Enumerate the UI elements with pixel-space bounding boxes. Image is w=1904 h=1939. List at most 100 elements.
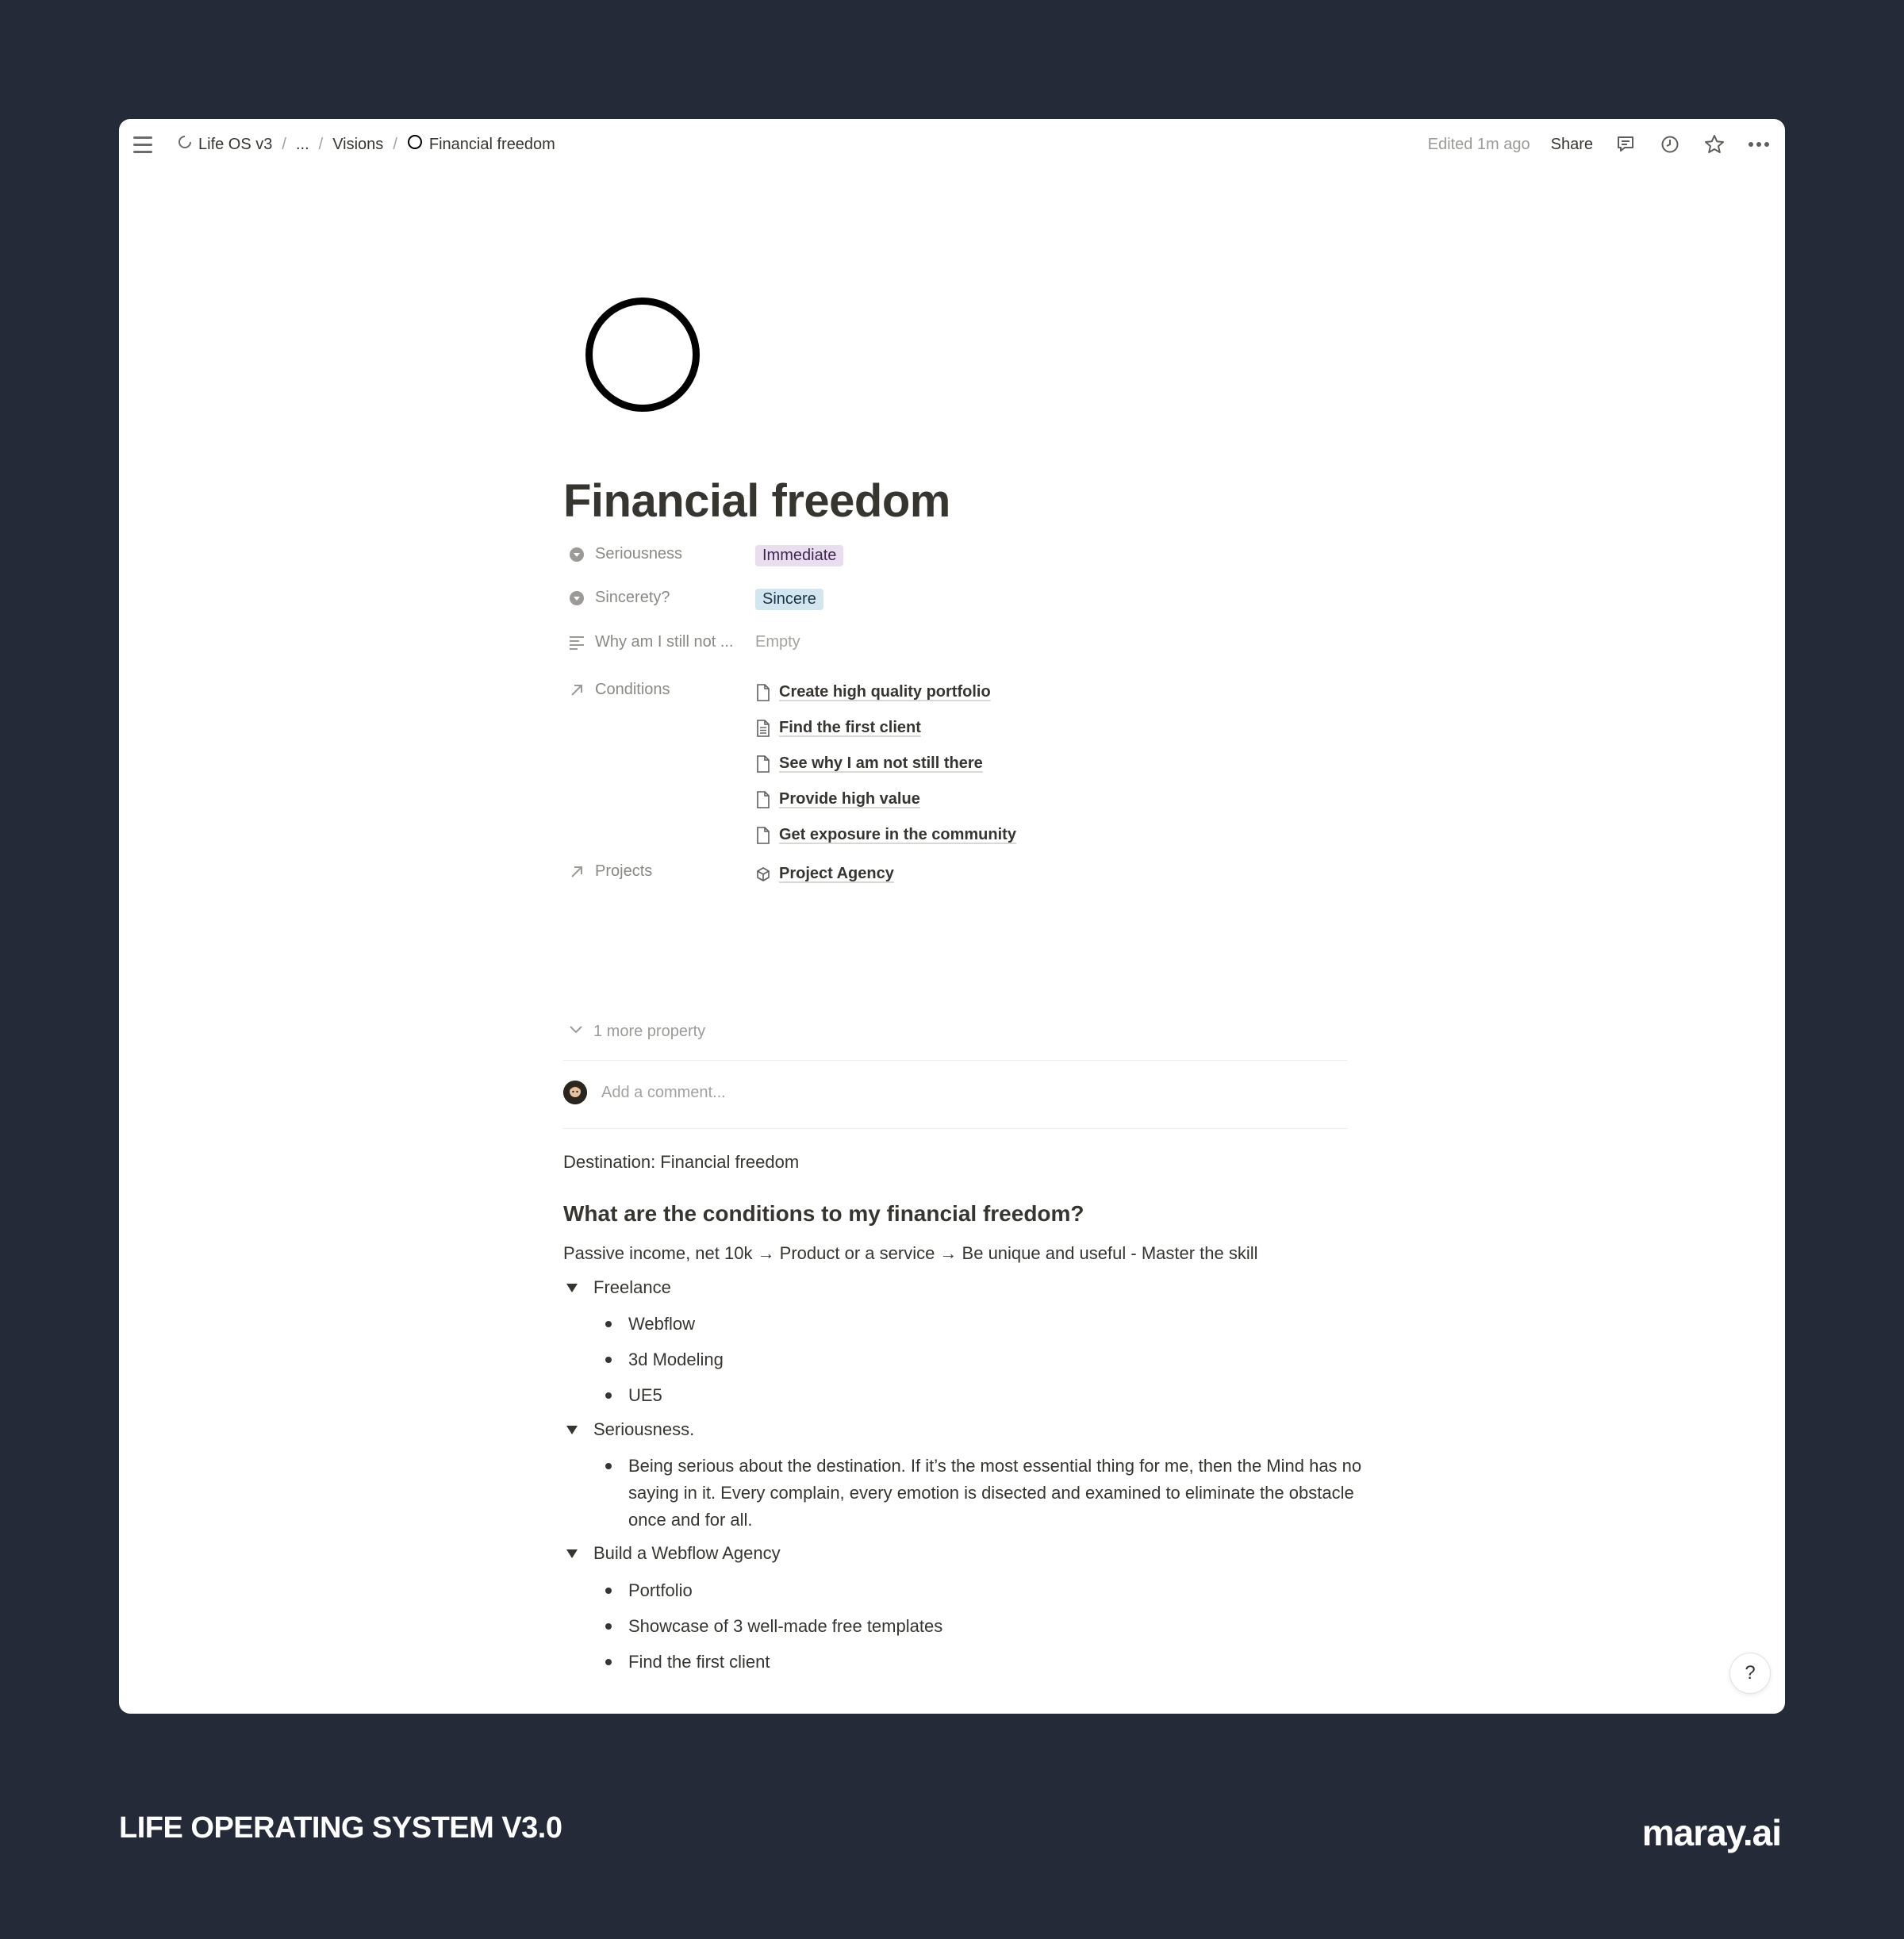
bullet-icon (600, 1311, 617, 1338)
project-item[interactable]: Project Agency (755, 856, 894, 892)
triangle-down-icon[interactable] (563, 1279, 581, 1296)
share-button[interactable]: Share (1551, 136, 1593, 154)
condition-item[interactable]: See why I am not still there (755, 746, 1016, 781)
condition-item[interactable]: Create high quality portfolio (755, 674, 1016, 710)
list-item: Showcase of 3 well-made free templates (600, 1613, 942, 1640)
triangle-down-icon[interactable] (563, 1545, 581, 1562)
property-label[interactable]: Conditions (563, 674, 755, 699)
property-value[interactable]: Sincere (755, 589, 823, 610)
breadcrumb: Life OS v3 / ... / Visions / Financial f… (173, 131, 560, 158)
list-item-text[interactable]: Portfolio (628, 1577, 693, 1604)
list-item-text[interactable]: UE5 (628, 1382, 662, 1409)
conditions-label: Conditions (595, 681, 670, 698)
why-label: Why am I still not ... (595, 633, 734, 651)
property-value[interactable]: Immediate (755, 545, 844, 566)
text-icon (568, 634, 585, 651)
help-button[interactable]: ? (1729, 1653, 1771, 1694)
bullet-icon (600, 1382, 617, 1409)
property-label[interactable]: Projects (563, 856, 755, 881)
bullet-icon (600, 1346, 617, 1373)
menu-icon[interactable] (133, 132, 157, 156)
toggle-label[interactable]: Build a Webflow Agency (593, 1543, 781, 1564)
comment-icon[interactable] (1614, 132, 1637, 156)
avatar (563, 1081, 587, 1104)
list-item-text[interactable]: Find the first client (628, 1649, 770, 1676)
bullet-icon (600, 1613, 617, 1640)
notion-window: Life OS v3 / ... / Visions / Financial f… (119, 119, 1785, 1714)
conditions-paragraph[interactable]: Passive income, net 10k → Product or a s… (563, 1243, 1357, 1264)
document-text-icon (755, 719, 771, 737)
bullet-icon (600, 1577, 617, 1604)
destination-text[interactable]: Destination: Financial freedom (563, 1152, 1357, 1173)
property-label[interactable]: Seriousness (563, 545, 755, 563)
property-label[interactable]: Sincerety? (563, 589, 755, 607)
breadcrumb-separator: / (318, 135, 324, 153)
sincerity-tag: Sincere (755, 589, 823, 610)
breadcrumb-workspace-label: Life OS v3 (198, 135, 273, 153)
property-label[interactable]: Why am I still not ... (563, 633, 755, 651)
condition-item[interactable]: Get exposure in the community (755, 817, 1016, 853)
circle-icon (407, 134, 423, 155)
toggle-label[interactable]: Freelance (593, 1277, 671, 1298)
breadcrumb-separator: / (393, 135, 397, 153)
breadcrumb-workspace[interactable]: Life OS v3 (173, 132, 277, 157)
list-item: Find the first client (600, 1649, 770, 1676)
select-icon (568, 589, 585, 607)
seriousness-label: Seriousness (595, 545, 683, 563)
list-item: UE5 (600, 1382, 662, 1409)
list-item-text[interactable]: Being serious about the destination. If … (628, 1453, 1374, 1534)
list-item-text[interactable]: Webflow (628, 1311, 695, 1338)
loading-icon (178, 135, 192, 154)
breadcrumb-parent[interactable]: Visions (328, 132, 388, 157)
chevron-down-icon (568, 1021, 584, 1042)
brand-logo: maray.ai (1641, 1812, 1782, 1853)
property-sincerity: Sincerety? Sincere (563, 589, 1357, 610)
top-bar: Life OS v3 / ... / Visions / Financial f… (119, 119, 1785, 170)
list-item: 3d Modeling (600, 1346, 724, 1373)
page-title[interactable]: Financial freedom (563, 474, 950, 528)
condition-item[interactable]: Find the first client (755, 710, 1016, 746)
bullet-icon (600, 1453, 617, 1480)
condition-label: Provide high value (779, 790, 920, 808)
more-properties-label: 1 more property (593, 1022, 706, 1040)
bullet-icon (600, 1649, 617, 1676)
projects-label: Projects (595, 862, 653, 880)
section-heading[interactable]: What are the conditions to my financial … (563, 1201, 1084, 1227)
star-icon[interactable] (1702, 132, 1726, 156)
condition-label: Find the first client (779, 719, 921, 736)
property-conditions: Conditions Create high quality portfolio… (563, 674, 1357, 853)
breadcrumb-ellipsis[interactable]: ... (291, 132, 314, 157)
list-item-text[interactable]: 3d Modeling (628, 1346, 724, 1373)
toggle-seriousness: Seriousness. (563, 1419, 694, 1440)
clock-icon[interactable] (1658, 132, 1682, 156)
project-label: Project Agency (779, 865, 894, 882)
projects-list: Project Agency (755, 856, 894, 892)
select-icon (568, 546, 585, 563)
property-seriousness: Seriousness Immediate (563, 545, 1357, 566)
why-value[interactable]: Empty (755, 633, 800, 651)
edited-status: Edited 1m ago (1427, 135, 1530, 153)
toggle-label[interactable]: Seriousness. (593, 1419, 694, 1440)
property-why: Why am I still not ... Empty (563, 633, 1357, 651)
seriousness-tag: Immediate (755, 545, 844, 566)
condition-item[interactable]: Provide high value (755, 781, 1016, 817)
breadcrumb-current[interactable]: Financial freedom (402, 131, 560, 158)
property-projects: Projects Project Agency (563, 856, 1357, 892)
breadcrumb-current-label: Financial freedom (428, 135, 555, 153)
page-circle-icon[interactable] (585, 298, 700, 412)
more-icon[interactable] (1747, 132, 1771, 156)
comment-input[interactable]: Add a comment... (601, 1084, 726, 1102)
list-item: Portfolio (600, 1577, 693, 1604)
divider (563, 1128, 1347, 1129)
document-icon (755, 826, 771, 844)
breadcrumb-parent-label: Visions (332, 135, 384, 153)
list-item: Webflow (600, 1311, 695, 1338)
more-properties-toggle[interactable]: 1 more property (568, 1021, 705, 1042)
top-actions: Edited 1m ago Share (1428, 132, 1771, 156)
condition-label: See why I am not still there (779, 754, 983, 772)
cube-icon (755, 866, 771, 883)
comment-box[interactable]: Add a comment... (563, 1081, 726, 1104)
list-item-text[interactable]: Showcase of 3 well-made free templates (628, 1613, 942, 1640)
triangle-down-icon[interactable] (563, 1421, 581, 1438)
conditions-list: Create high quality portfolio Find the f… (755, 674, 1016, 853)
